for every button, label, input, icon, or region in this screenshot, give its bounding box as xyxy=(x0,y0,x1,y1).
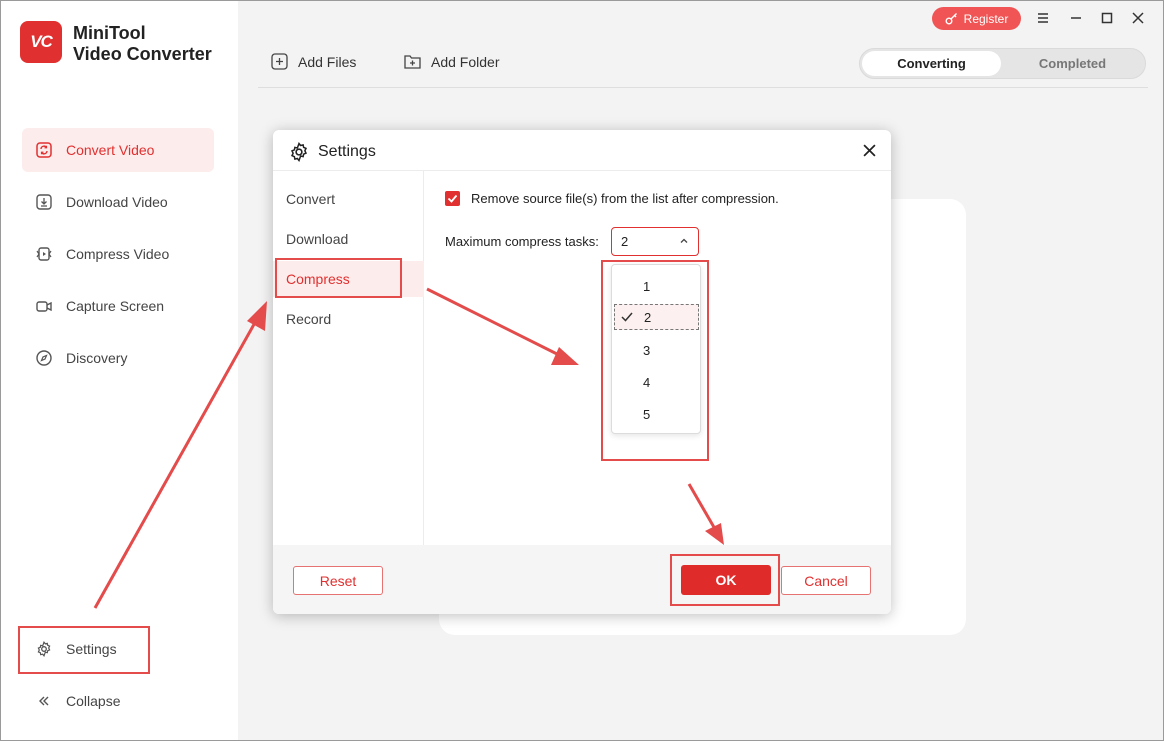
register-button[interactable]: Register xyxy=(932,7,1021,30)
sidebar-item-download-video[interactable]: Download Video xyxy=(22,180,214,224)
maximize-icon xyxy=(1101,12,1113,24)
add-folder-icon xyxy=(404,53,421,70)
status-tabs: Converting Completed xyxy=(859,48,1146,79)
add-folder-label: Add Folder xyxy=(431,54,499,70)
tab-completed[interactable]: Completed xyxy=(1003,51,1142,76)
add-folder-button[interactable]: Add Folder xyxy=(404,53,499,70)
tab-converting[interactable]: Converting xyxy=(862,51,1001,76)
max-tasks-label: Maximum compress tasks: xyxy=(445,234,599,249)
app-title: MiniTool Video Converter xyxy=(73,23,212,65)
gear-icon xyxy=(289,142,309,162)
annotation-box-dropdown xyxy=(601,260,709,461)
settings-dialog: Settings Convert Download Compress Recor… xyxy=(273,130,891,614)
add-files-label: Add Files xyxy=(298,54,356,70)
sidebar-item-label: Convert Video xyxy=(66,142,154,158)
chevron-up-icon xyxy=(679,236,689,246)
settings-tab-list: Convert Download Compress Record xyxy=(273,171,424,545)
tab-record[interactable]: Record xyxy=(273,301,424,337)
tab-convert[interactable]: Convert xyxy=(273,181,424,217)
convert-icon xyxy=(35,141,53,159)
minimize-icon xyxy=(1070,12,1082,24)
toolbar-divider xyxy=(258,87,1148,88)
dialog-title: Settings xyxy=(289,142,376,162)
sidebar-item-label: Capture Screen xyxy=(66,298,164,314)
compass-icon xyxy=(35,349,53,367)
double-chevron-left-icon xyxy=(35,692,53,710)
register-label: Register xyxy=(964,12,1009,26)
sidebar-item-convert-video[interactable]: Convert Video xyxy=(22,128,214,172)
tab-download[interactable]: Download xyxy=(273,221,424,257)
close-window-button[interactable] xyxy=(1129,9,1147,27)
dialog-close-button[interactable] xyxy=(859,140,879,160)
cancel-button[interactable]: Cancel xyxy=(781,566,871,595)
hamburger-icon xyxy=(1037,12,1049,24)
sidebar-item-discovery[interactable]: Discovery xyxy=(22,336,214,380)
camera-icon xyxy=(35,297,53,315)
sidebar-item-label: Download Video xyxy=(66,194,168,210)
remove-source-option[interactable]: Remove source file(s) from the list afte… xyxy=(445,191,779,206)
sidebar-item-label: Compress Video xyxy=(66,246,169,262)
maximize-button[interactable] xyxy=(1098,9,1116,27)
close-icon xyxy=(1132,12,1144,24)
annotation-box-ok xyxy=(670,554,780,606)
download-icon xyxy=(35,193,53,211)
add-file-icon xyxy=(271,53,288,70)
close-icon xyxy=(863,144,876,157)
app-window: VC MiniTool Video Converter Convert Vide… xyxy=(0,0,1164,741)
minimize-button[interactable] xyxy=(1067,9,1085,27)
sidebar-collapse-button[interactable]: Collapse xyxy=(22,679,214,723)
app-logo: VC xyxy=(20,21,62,63)
app-title-line1: MiniTool xyxy=(73,23,212,44)
remove-source-label: Remove source file(s) from the list afte… xyxy=(471,191,779,206)
dialog-title-text: Settings xyxy=(318,143,376,161)
dialog-footer: Reset OK Cancel xyxy=(273,545,891,614)
remove-source-checkbox[interactable] xyxy=(445,191,460,206)
annotation-box-settings xyxy=(18,626,150,674)
reset-button[interactable]: Reset xyxy=(293,566,383,595)
sidebar-item-compress-video[interactable]: Compress Video xyxy=(22,232,214,276)
menu-button[interactable] xyxy=(1034,9,1052,27)
sidebar-collapse-label: Collapse xyxy=(66,693,120,709)
key-icon xyxy=(945,12,958,25)
sidebar-item-label: Discovery xyxy=(66,350,127,366)
add-files-button[interactable]: Add Files xyxy=(271,53,356,70)
app-title-line2: Video Converter xyxy=(73,44,212,65)
max-tasks-value: 2 xyxy=(621,234,628,249)
max-tasks-select[interactable]: 2 xyxy=(611,227,699,256)
checkmark-icon xyxy=(447,193,458,204)
sidebar-item-capture-screen[interactable]: Capture Screen xyxy=(22,284,214,328)
annotation-box-compress-tab xyxy=(275,258,402,298)
compress-icon xyxy=(35,245,53,263)
